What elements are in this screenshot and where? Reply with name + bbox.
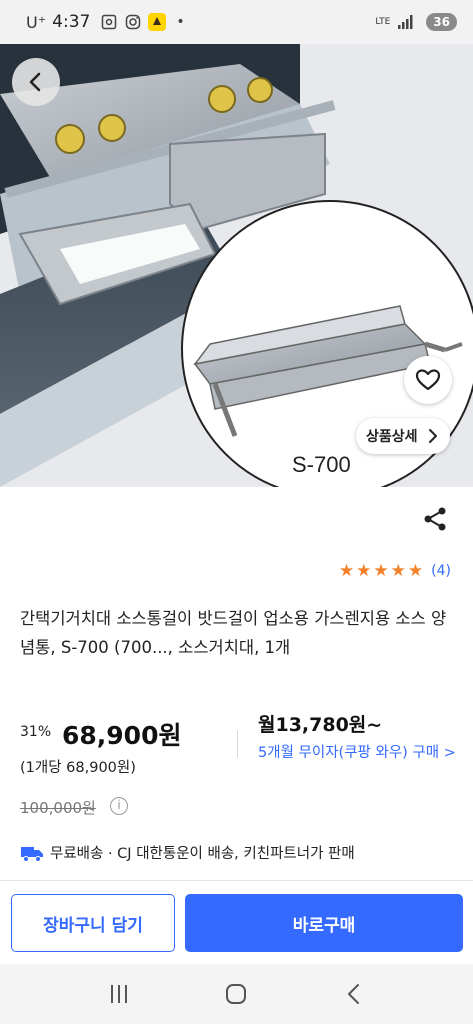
sale-price: 68,900원 [62,721,182,750]
discount-rate: 31% [20,724,52,740]
signal-icon [396,13,414,31]
model-label: S-700 [292,452,351,477]
installment-link[interactable]: 5개월 무이자(쿠팡 와우) 구매 > [258,742,458,764]
system-nav-bar [0,964,473,1024]
shipping-info: 무료배송 · CJ 대한통운이 배송, 키친파트너가 판매 [20,842,355,863]
system-back-button[interactable] [334,974,374,1014]
heart-icon [415,369,441,391]
purchase-action-bar: 장바구니 담기 바로구매 [0,880,473,964]
back-arrow-icon [348,984,360,1004]
home-icon [226,984,247,1004]
price-divider [237,730,238,758]
product-detail-button[interactable]: 상품상세 [356,418,450,454]
chevron-left-icon [29,72,41,92]
unit-price: (1개당 68,900원) [20,760,136,776]
status-bar: U⁺ 4:37 • LTE 36 [0,0,473,44]
status-right: LTE 36 [375,13,457,31]
share-button[interactable] [420,504,450,534]
battery-badge: 36 [426,13,457,31]
product-title: 간택기거치대 소스통걸이 밧드걸이 업소용 가스렌지용 소스 양념통, S-70… [20,609,447,657]
recent-apps-icon [110,985,127,1003]
original-price: 100,000원 [20,799,96,817]
product-image: S-700 상품상세 [0,44,473,487]
info-icon[interactable]: i [110,797,128,815]
shipping-text: 무료배송 · CJ 대한통운이 배송, 키친파트너가 판매 [50,846,355,862]
star-icon: ★ [338,561,355,581]
share-icon [424,507,446,531]
buy-now-button[interactable]: 바로구매 [185,894,463,952]
instagram-icon [124,13,142,31]
star-icon: ★ [390,561,406,581]
clock-time: 4:37 [52,12,91,32]
back-button[interactable] [12,58,60,106]
monthly-price: 월13,780원~ [258,714,383,736]
truck-icon [20,844,44,862]
carrier-label: U⁺ [26,12,47,32]
star-icon: ★ [407,561,424,581]
rating-summary[interactable]: ★ ★ ★ ★ ★ (4) [339,562,451,580]
product-detail-label: 상품상세 [366,429,418,445]
notification-dot-icon: • [176,14,185,30]
star-icon: ★ [356,561,372,581]
kakao-app-icon [148,13,167,31]
screenshot-icon [100,13,118,31]
add-to-cart-button[interactable]: 장바구니 담기 [11,894,175,952]
home-button[interactable] [216,974,256,1014]
star-icon: ★ [373,561,389,581]
wishlist-button[interactable] [404,356,452,404]
recent-apps-button[interactable] [99,974,139,1014]
network-label: LTE [375,16,391,27]
chevron-right-icon [428,429,437,443]
review-count[interactable]: (4) [431,563,451,579]
